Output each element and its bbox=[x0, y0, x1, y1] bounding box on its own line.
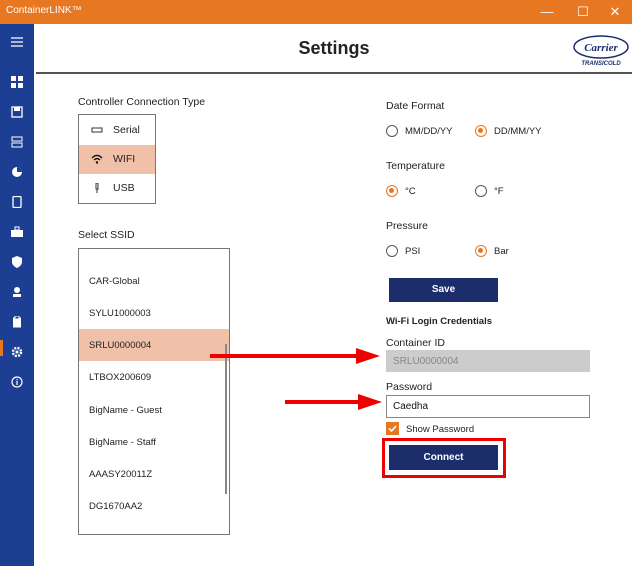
annotation-arrows bbox=[210, 348, 382, 410]
annotation-arrow-container-id bbox=[210, 348, 380, 364]
annotation-arrow-password bbox=[285, 394, 382, 410]
